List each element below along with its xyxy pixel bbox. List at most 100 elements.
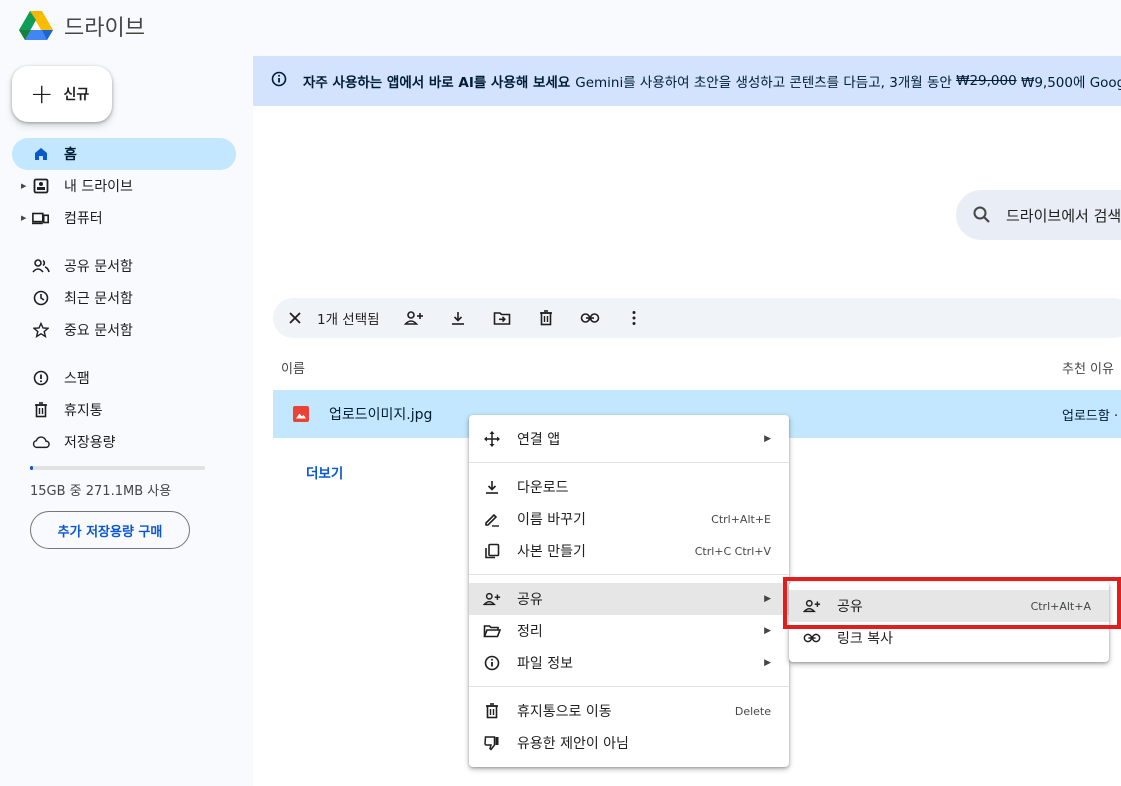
shortcut-text: Delete: [734, 704, 771, 718]
highlight-box: [783, 577, 1121, 629]
menu-item-organize[interactable]: 정리 ▶: [469, 615, 789, 647]
image-file-icon: [293, 406, 309, 422]
menu-item-label: 파일 정보: [517, 656, 573, 672]
more-vert-icon[interactable]: [624, 308, 644, 328]
banner-old-price: ₩29,000: [956, 73, 1017, 89]
sidebar-item-shared[interactable]: 공유 문서함: [12, 250, 236, 282]
menu-item-share[interactable]: 공유 ▶: [469, 583, 789, 615]
submenu-arrow-icon: ▶: [764, 594, 771, 604]
sidebar-item-starred[interactable]: 중요 문서함: [12, 314, 236, 346]
banner-text-after: ₩9,500에 Goog: [1020, 75, 1121, 91]
search-bar[interactable]: 드라이브에서 검색: [956, 190, 1121, 240]
sidebar-item-label: 최근 문서함: [64, 291, 133, 307]
expand-caret-icon[interactable]: ▶: [21, 214, 26, 222]
info-icon: [271, 71, 287, 91]
shortcut-text: Ctrl+C Ctrl+V: [694, 544, 771, 558]
search-icon[interactable]: [972, 205, 992, 225]
selection-toolbar: 1개 선택됨: [273, 298, 1121, 338]
move-to-folder-icon[interactable]: [492, 308, 512, 328]
app-title[interactable]: 드라이브: [64, 10, 145, 42]
buy-storage-button[interactable]: 추가 저장용량 구매: [30, 511, 190, 549]
menu-item-download[interactable]: 다운로드: [469, 471, 789, 503]
new-button[interactable]: + 신규: [12, 66, 112, 122]
expand-caret-icon[interactable]: ▶: [21, 182, 26, 190]
menu-divider: [469, 686, 789, 687]
new-button-label: 신규: [63, 87, 90, 103]
thumbs-down-icon: [483, 734, 501, 752]
menu-item-label: 공유: [517, 592, 543, 608]
file-name[interactable]: 업로드이미지.jpg: [329, 404, 432, 424]
sidebar-item-label: 내 드라이브: [64, 179, 133, 195]
row-reason: 업로드함 ·: [1062, 408, 1119, 424]
submenu-arrow-icon: ▶: [764, 658, 771, 668]
home-icon: [32, 145, 50, 163]
sidebar-item-label: 저장용량: [64, 435, 116, 451]
copy-icon: [483, 542, 501, 560]
submenu-arrow-icon: ▶: [764, 626, 771, 636]
sidebar-item-home[interactable]: 홈: [12, 138, 236, 170]
search-input[interactable]: 드라이브에서 검색: [1006, 205, 1121, 226]
menu-item-not-helpful[interactable]: 유용한 제안이 아님: [469, 727, 789, 759]
folder-open-icon: [483, 622, 501, 640]
column-header-name[interactable]: 이름: [281, 358, 305, 377]
menu-item-label: 연결 앱: [517, 432, 561, 448]
menu-item-label: 휴지통으로 이동: [517, 704, 612, 720]
sidebar-item-label: 공유 문서함: [64, 259, 133, 275]
menu-divider: [469, 462, 789, 463]
menu-item-open-with[interactable]: 연결 앱 ▶: [469, 423, 789, 455]
sidebar-item-computers[interactable]: ▶ 컴퓨터: [12, 202, 236, 234]
context-menu: 연결 앱 ▶ 다운로드 이름 바꾸기 Ctrl+Alt+E 사본 만들기 Ctr…: [469, 415, 789, 767]
menu-item-make-copy[interactable]: 사본 만들기 Ctrl+C Ctrl+V: [469, 535, 789, 567]
sidebar-item-label: 휴지통: [64, 403, 103, 419]
menu-item-label: 다운로드: [517, 480, 569, 496]
share-person-add-icon[interactable]: [403, 308, 424, 328]
download-icon[interactable]: [448, 308, 468, 328]
menu-item-label: 유용한 제안이 아님: [517, 736, 629, 752]
submenu-arrow-icon: ▶: [764, 434, 771, 444]
sidebar-item-recent[interactable]: 최근 문서함: [12, 282, 236, 314]
sidebar-item-label: 컴퓨터: [64, 211, 103, 227]
menu-item-file-info[interactable]: 파일 정보 ▶: [469, 647, 789, 679]
menu-item-rename[interactable]: 이름 바꾸기 Ctrl+Alt+E: [469, 503, 789, 535]
link-icon: [803, 629, 821, 647]
clear-selection-close-icon[interactable]: [285, 308, 305, 328]
sidebar-item-label: 홈: [64, 147, 77, 163]
shortcut-text: Ctrl+Alt+E: [711, 512, 771, 526]
sidebar-item-label: 중요 문서함: [64, 323, 133, 339]
my-drive-icon: [32, 177, 50, 195]
trash-icon: [483, 702, 501, 720]
plus-icon: +: [30, 77, 54, 110]
column-header-reason: 추천 이유: [1062, 362, 1114, 377]
info-icon: [483, 654, 501, 672]
sidebar-item-trash[interactable]: 휴지통: [12, 394, 236, 426]
selected-count: 1개 선택됨: [317, 312, 380, 328]
link-icon[interactable]: [580, 308, 600, 328]
menu-item-label: 정리: [517, 624, 543, 640]
spam-icon: [32, 369, 50, 387]
show-more-link[interactable]: 더보기: [306, 462, 343, 482]
drive-logo-icon[interactable]: [18, 7, 54, 43]
storage-usage-text: 15GB 중 271.1MB 사용: [30, 484, 172, 499]
move-arrows-icon: [483, 430, 501, 448]
shared-icon: [32, 257, 50, 275]
edit-pencil-icon: [483, 510, 501, 528]
menu-item-label: 이름 바꾸기: [517, 512, 586, 528]
star-icon: [32, 321, 50, 339]
menu-item-move-to-trash[interactable]: 휴지통으로 이동 Delete: [469, 695, 789, 727]
cloud-icon: [32, 433, 50, 451]
download-icon: [483, 478, 501, 496]
menu-divider: [469, 574, 789, 575]
share-person-add-icon: [483, 590, 501, 608]
banner-title: 자주 사용하는 앱에서 바로 AI를 사용해 보세요: [303, 75, 571, 91]
menu-item-label: 사본 만들기: [517, 544, 586, 560]
banner-text: Gemini를 사용하여 초안을 생성하고 콘텐츠를 다듬고, 3개월 동안: [575, 75, 952, 91]
trash-icon[interactable]: [536, 308, 556, 328]
sidebar-item-storage[interactable]: 저장용량: [12, 426, 236, 458]
sidebar-item-spam[interactable]: 스팸: [12, 362, 236, 394]
sidebar-item-label: 스팸: [64, 371, 90, 387]
gemini-promo-banner[interactable]: 자주 사용하는 앱에서 바로 AI를 사용해 보세요 Gemini를 사용하여 …: [253, 56, 1121, 106]
sidebar-item-my-drive[interactable]: ▶ 내 드라이브: [12, 170, 236, 202]
menu-item-label: 링크 복사: [837, 631, 893, 647]
storage-progress-bar: [30, 466, 205, 470]
computers-icon: [32, 209, 50, 227]
